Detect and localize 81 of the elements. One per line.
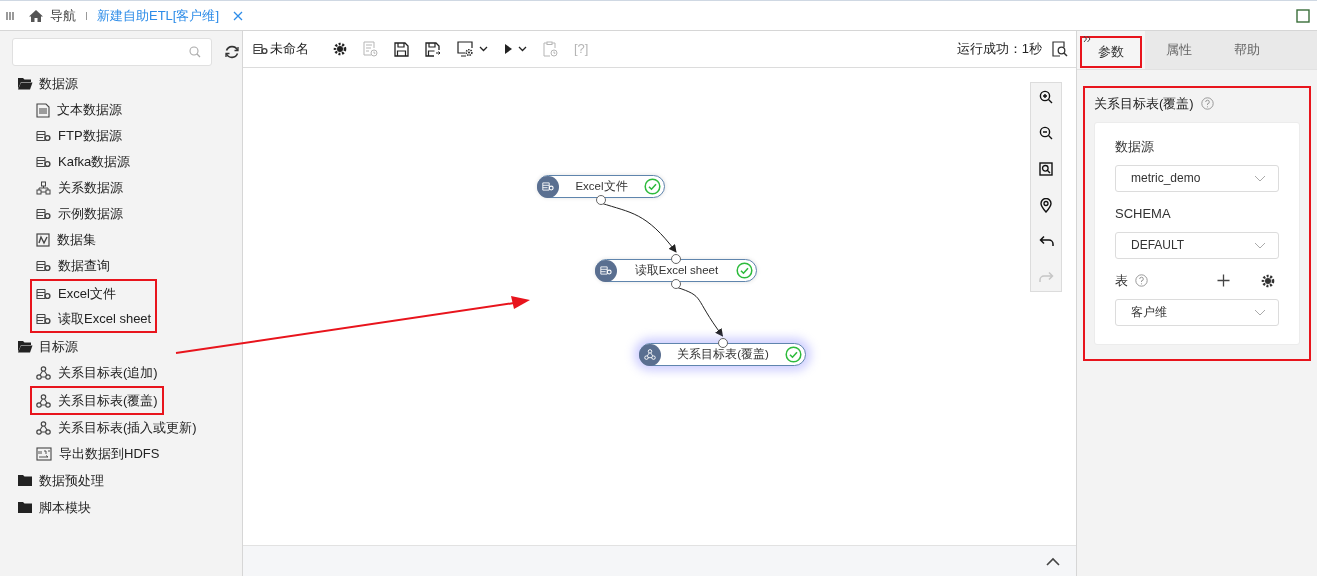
- database-icon: [36, 208, 51, 220]
- tree-item[interactable]: 关系数据源: [32, 175, 242, 201]
- nodes-icon: [644, 349, 656, 360]
- search-icon: [189, 46, 201, 58]
- tab[interactable]: 导航: [28, 1, 76, 30]
- tree-item[interactable]: 关系目标表(追加): [32, 360, 242, 386]
- tree-item[interactable]: 文本数据源: [32, 97, 242, 123]
- double-chevron-icon[interactable]: [1083, 35, 1091, 43]
- document-icon: [36, 102, 50, 118]
- field-label: 表: [1115, 271, 1128, 290]
- tree-item[interactable]: 示例数据源: [32, 201, 242, 227]
- chart-icon: [36, 233, 50, 247]
- caret-icon[interactable]: [479, 46, 488, 52]
- flow-node[interactable]: 关系目标表(覆盖): [639, 343, 806, 366]
- location-pin-icon[interactable]: [1040, 197, 1052, 213]
- search-field[interactable]: [12, 38, 212, 66]
- database-icon: [253, 43, 268, 55]
- tree-group-label[interactable]: 数据预处理: [39, 470, 104, 491]
- database-icon: [36, 130, 51, 142]
- save-icon[interactable]: [394, 41, 409, 57]
- flow-node[interactable]: Excel文件: [537, 175, 665, 198]
- search-document-icon[interactable]: [1052, 41, 1068, 57]
- file-title: 未命名: [270, 40, 309, 59]
- caret-icon[interactable]: [518, 46, 527, 52]
- monitor-gear-icon[interactable]: [457, 41, 474, 57]
- run-status: 运行成功：1秒: [956, 40, 1042, 59]
- folder-icon[interactable]: [17, 501, 33, 514]
- database-icon: [36, 312, 51, 325]
- folder-open-icon[interactable]: [17, 77, 33, 90]
- tree-item[interactable]: 关系目标表(插入或更新): [32, 415, 242, 441]
- settings-icon[interactable]: [333, 42, 347, 56]
- window-icon[interactable]: [1296, 8, 1310, 23]
- panel-tab[interactable]: 帮助: [1213, 31, 1281, 69]
- tree-item[interactable]: 数据集: [32, 227, 242, 253]
- settings-icon[interactable]: [1261, 273, 1275, 288]
- refresh-icon[interactable]: [224, 44, 240, 60]
- export-icon: [36, 447, 52, 461]
- chevron-up-icon[interactable]: [1046, 556, 1060, 566]
- database-icon: [36, 287, 51, 300]
- tree-item[interactable]: Kafka数据源: [32, 149, 242, 175]
- field-label: SCHEMA: [1115, 204, 1171, 223]
- tab[interactable]: 新建自助ETL[客户维]: [97, 1, 220, 30]
- dropdown[interactable]: DEFAULT: [1115, 231, 1279, 259]
- database-icon: [542, 181, 554, 192]
- play-icon[interactable]: [504, 43, 513, 55]
- output-port[interactable]: [596, 195, 606, 205]
- tree-item[interactable]: 读取Excel sheet: [32, 306, 156, 331]
- tree-item[interactable]: 关系目标表(覆盖): [32, 388, 162, 413]
- chevron-down-icon: [1254, 174, 1266, 182]
- tree-item[interactable]: 数据查询: [32, 253, 242, 279]
- close-icon[interactable]: [233, 10, 244, 21]
- database-icon: [600, 265, 612, 276]
- output-port[interactable]: [671, 279, 681, 289]
- grip-icon[interactable]: [6, 10, 14, 21]
- section-title: 关系目标表(覆盖): [1094, 95, 1194, 113]
- field-label: 数据源: [1115, 137, 1154, 156]
- folder-icon[interactable]: [17, 474, 33, 487]
- nodes-icon: [36, 393, 51, 408]
- home-icon: [28, 8, 44, 23]
- tree-group-label[interactable]: 脚本模块: [39, 497, 91, 518]
- tree-item[interactable]: Excel文件: [32, 281, 156, 306]
- tree-item[interactable]: FTP数据源: [32, 123, 242, 149]
- dropdown[interactable]: metric_demo: [1115, 164, 1279, 192]
- network-icon: [36, 181, 51, 195]
- tree-item[interactable]: 导出数据到HDFS: [32, 441, 242, 467]
- input-port[interactable]: [717, 338, 728, 348]
- dropdown[interactable]: 客户维: [1115, 298, 1279, 326]
- database-icon: [36, 156, 51, 168]
- add-icon[interactable]: [1217, 274, 1230, 287]
- database-icon: [36, 260, 51, 272]
- nodes-icon: [36, 421, 51, 435]
- input-port[interactable]: [671, 254, 681, 264]
- panel-tab[interactable]: 属性: [1145, 31, 1213, 69]
- chevron-down-icon: [1254, 308, 1266, 316]
- nodes-icon: [36, 366, 51, 380]
- tree-group-label[interactable]: 目标源: [39, 336, 78, 357]
- tree-group-label[interactable]: 数据源: [39, 73, 78, 94]
- flow-node[interactable]: 读取Excel sheet: [595, 259, 757, 282]
- save-as-icon[interactable]: [425, 41, 441, 57]
- chevron-down-icon: [1254, 241, 1266, 249]
- folder-open-icon[interactable]: [17, 340, 33, 353]
